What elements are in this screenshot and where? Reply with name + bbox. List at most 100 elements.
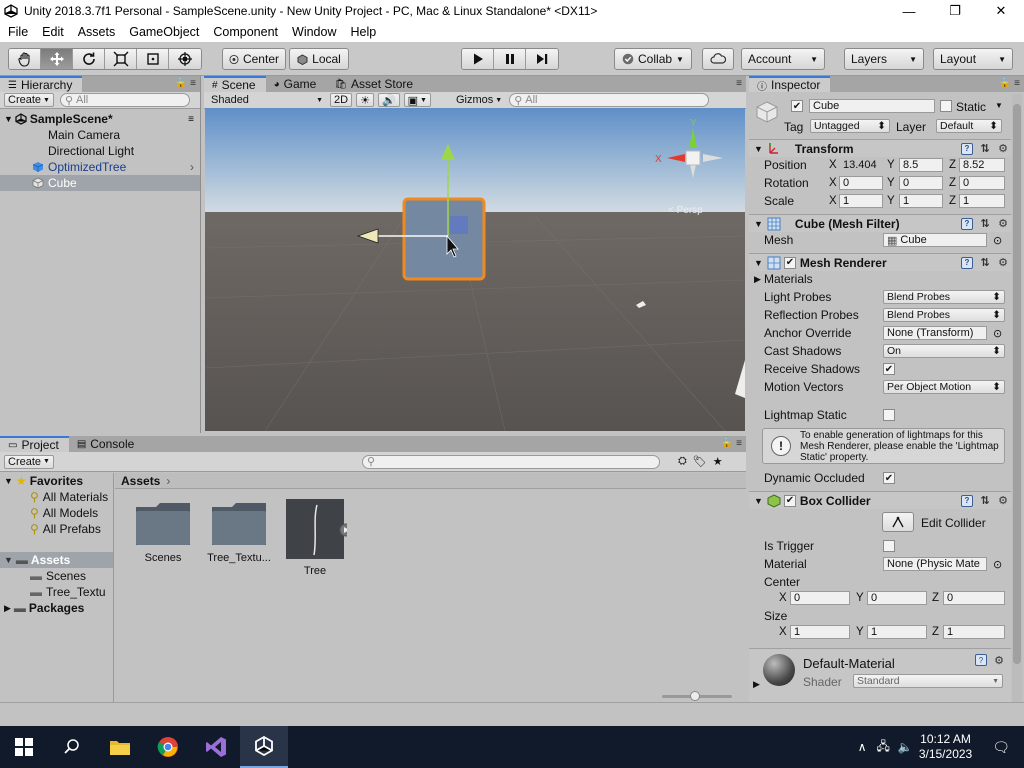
- y-label[interactable]: Y: [887, 177, 895, 189]
- preset-sliders-icon[interactable]: ⇅: [979, 495, 991, 507]
- scale-y-field[interactable]: 1: [899, 194, 943, 208]
- hierarchy-item-optimizedtree[interactable]: OptimizedTree ›: [0, 159, 200, 175]
- static-checkbox[interactable]: [940, 100, 952, 112]
- transform-tool-button[interactable]: [169, 49, 201, 69]
- menu-component[interactable]: Component: [205, 25, 284, 39]
- lighting-toggle[interactable]: ☀: [356, 93, 374, 107]
- z-label[interactable]: Z: [949, 177, 956, 189]
- favorite-item-all-models[interactable]: ⚲ All Models: [0, 505, 113, 521]
- x-label[interactable]: X: [829, 159, 837, 171]
- filter-label-icon[interactable]: 🏷: [693, 455, 707, 468]
- help-book-icon[interactable]: ?: [961, 494, 973, 507]
- y-label[interactable]: Y: [856, 626, 864, 638]
- project-create-dropdown[interactable]: Create ▼: [4, 454, 54, 469]
- active-checkbox[interactable]: ✔: [791, 100, 803, 112]
- expand-arrow-icon[interactable]: ▼: [754, 496, 763, 506]
- gear-icon[interactable]: ⚙: [997, 495, 1009, 507]
- hierarchy-search-input[interactable]: ⚲ All: [59, 93, 190, 107]
- is-trigger-checkbox[interactable]: [883, 540, 895, 552]
- minimize-button[interactable]: —: [886, 0, 932, 22]
- center-z-field[interactable]: 0: [943, 591, 1005, 605]
- inspector-scrollbar[interactable]: [1012, 94, 1022, 702]
- breadcrumb-assets[interactable]: Assets: [121, 474, 160, 488]
- edit-collider-button[interactable]: [882, 512, 914, 532]
- maximize-button[interactable]: ❐: [932, 0, 978, 22]
- tab-hierarchy[interactable]: ☰ Hierarchy: [0, 76, 83, 92]
- asset-folder-scenes[interactable]: Scenes: [128, 499, 198, 564]
- help-book-icon[interactable]: ?: [961, 256, 973, 269]
- expand-arrow-icon[interactable]: ▶: [753, 679, 760, 690]
- layers-dropdown[interactable]: Layers ▼: [844, 48, 924, 70]
- panel-menu-icon[interactable]: 🔒 ≡: [175, 78, 196, 89]
- preset-sliders-icon[interactable]: ⇅: [979, 143, 991, 155]
- x-label[interactable]: X: [829, 177, 837, 189]
- transform-header[interactable]: ▼ Transform ? ⇅ ⚙: [749, 139, 1011, 157]
- folder-item-scenes[interactable]: ▬ Scenes: [0, 568, 113, 584]
- rotate-tool-button[interactable]: [73, 49, 105, 69]
- size-x-field[interactable]: 1: [790, 625, 850, 639]
- expand-arrow-icon[interactable]: ▼: [754, 258, 763, 268]
- position-z-field[interactable]: 8.52: [959, 158, 1005, 172]
- expand-arrow-icon[interactable]: ▼: [4, 114, 13, 124]
- object-picker-icon[interactable]: ⊙: [993, 558, 1002, 571]
- scene-row[interactable]: ▼ SampleScene* ≡: [0, 111, 200, 127]
- tab-game[interactable]: ◕ Game: [266, 76, 327, 92]
- asset-tree-prefab[interactable]: Tree: [280, 499, 353, 577]
- mesh-object-field[interactable]: ▦ Cube: [883, 233, 987, 247]
- expand-arrow-icon[interactable]: ▶: [754, 274, 761, 285]
- layer-dropdown[interactable]: Default ⬍: [936, 119, 1002, 133]
- z-label[interactable]: Z: [949, 195, 956, 207]
- size-z-field[interactable]: 1: [943, 625, 1005, 639]
- tab-console[interactable]: ▤ Console: [69, 436, 144, 452]
- tab-project[interactable]: ▭ Project: [0, 436, 69, 452]
- packages-row[interactable]: ▶ ▬ Packages: [0, 600, 113, 616]
- cloud-button[interactable]: [702, 48, 734, 70]
- rotation-x-field[interactable]: 0: [839, 176, 883, 190]
- box-collider-enabled-checkbox[interactable]: ✔: [783, 494, 796, 507]
- object-name-field[interactable]: Cube: [809, 99, 935, 113]
- gear-icon[interactable]: ⚙: [997, 143, 1009, 155]
- scene-menu-icon[interactable]: ≡: [188, 114, 194, 125]
- chrome-button[interactable]: [144, 726, 192, 768]
- move-tool-button[interactable]: [41, 49, 73, 69]
- preset-sliders-icon[interactable]: ⇅: [979, 257, 991, 269]
- project-search-input[interactable]: ⚲: [361, 454, 660, 469]
- z-label[interactable]: Z: [949, 159, 956, 171]
- mesh-filter-header[interactable]: ▼ Cube (Mesh Filter) ? ⇅ ⚙: [749, 214, 1011, 232]
- x-label[interactable]: X: [779, 592, 787, 604]
- hand-tool-button[interactable]: [9, 49, 41, 69]
- panel-menu-icon[interactable]: 🔒 ≡: [999, 78, 1020, 89]
- pivot-space-toggle[interactable]: Local: [289, 48, 349, 70]
- collider-material-field[interactable]: None (Physic Mate: [883, 557, 987, 571]
- scene-canvas[interactable]: Y X < Persp: [205, 108, 745, 431]
- scale-x-field[interactable]: 1: [839, 194, 883, 208]
- receive-shadows-checkbox[interactable]: ✔: [883, 363, 895, 375]
- box-collider-header[interactable]: ▼ ✔ Box Collider ? ⇅ ⚙: [749, 491, 1011, 509]
- favorite-item-all-prefabs[interactable]: ⚲ All Prefabs: [0, 521, 113, 537]
- close-button[interactable]: ✕: [978, 0, 1024, 22]
- menu-file[interactable]: File: [0, 25, 34, 39]
- anchor-override-field[interactable]: None (Transform): [883, 326, 987, 340]
- hierarchy-item-directional-light[interactable]: Directional Light: [0, 143, 200, 159]
- scrollbar-thumb[interactable]: [1013, 104, 1021, 664]
- selected-cube[interactable]: [402, 197, 486, 281]
- expand-arrow-icon[interactable]: ▼: [754, 219, 763, 229]
- 2d-mode-toggle[interactable]: 2D: [330, 93, 353, 107]
- chevron-right-icon[interactable]: ›: [190, 160, 194, 174]
- draw-mode-dropdown[interactable]: Shaded ▼: [208, 93, 326, 107]
- motion-vectors-dropdown[interactable]: Per Object Motion ⬍: [883, 380, 1005, 394]
- effects-dropdown[interactable]: ▣ ▼: [403, 93, 431, 107]
- expand-arrow-icon[interactable]: ▼: [754, 144, 763, 154]
- tab-scene[interactable]: # Scene: [204, 76, 266, 92]
- y-label[interactable]: Y: [856, 592, 864, 604]
- preset-sliders-icon[interactable]: ⇅: [979, 218, 991, 230]
- rotation-y-field[interactable]: 0: [899, 176, 943, 190]
- start-button[interactable]: [0, 726, 48, 768]
- menu-help[interactable]: Help: [342, 25, 382, 39]
- center-x-field[interactable]: 0: [790, 591, 850, 605]
- x-label[interactable]: X: [829, 195, 837, 207]
- tag-dropdown[interactable]: Untagged ⬍: [810, 119, 890, 133]
- layout-dropdown[interactable]: Layout ▼: [933, 48, 1013, 70]
- pivot-center-toggle[interactable]: Center: [222, 48, 286, 70]
- file-explorer-button[interactable]: [96, 726, 144, 768]
